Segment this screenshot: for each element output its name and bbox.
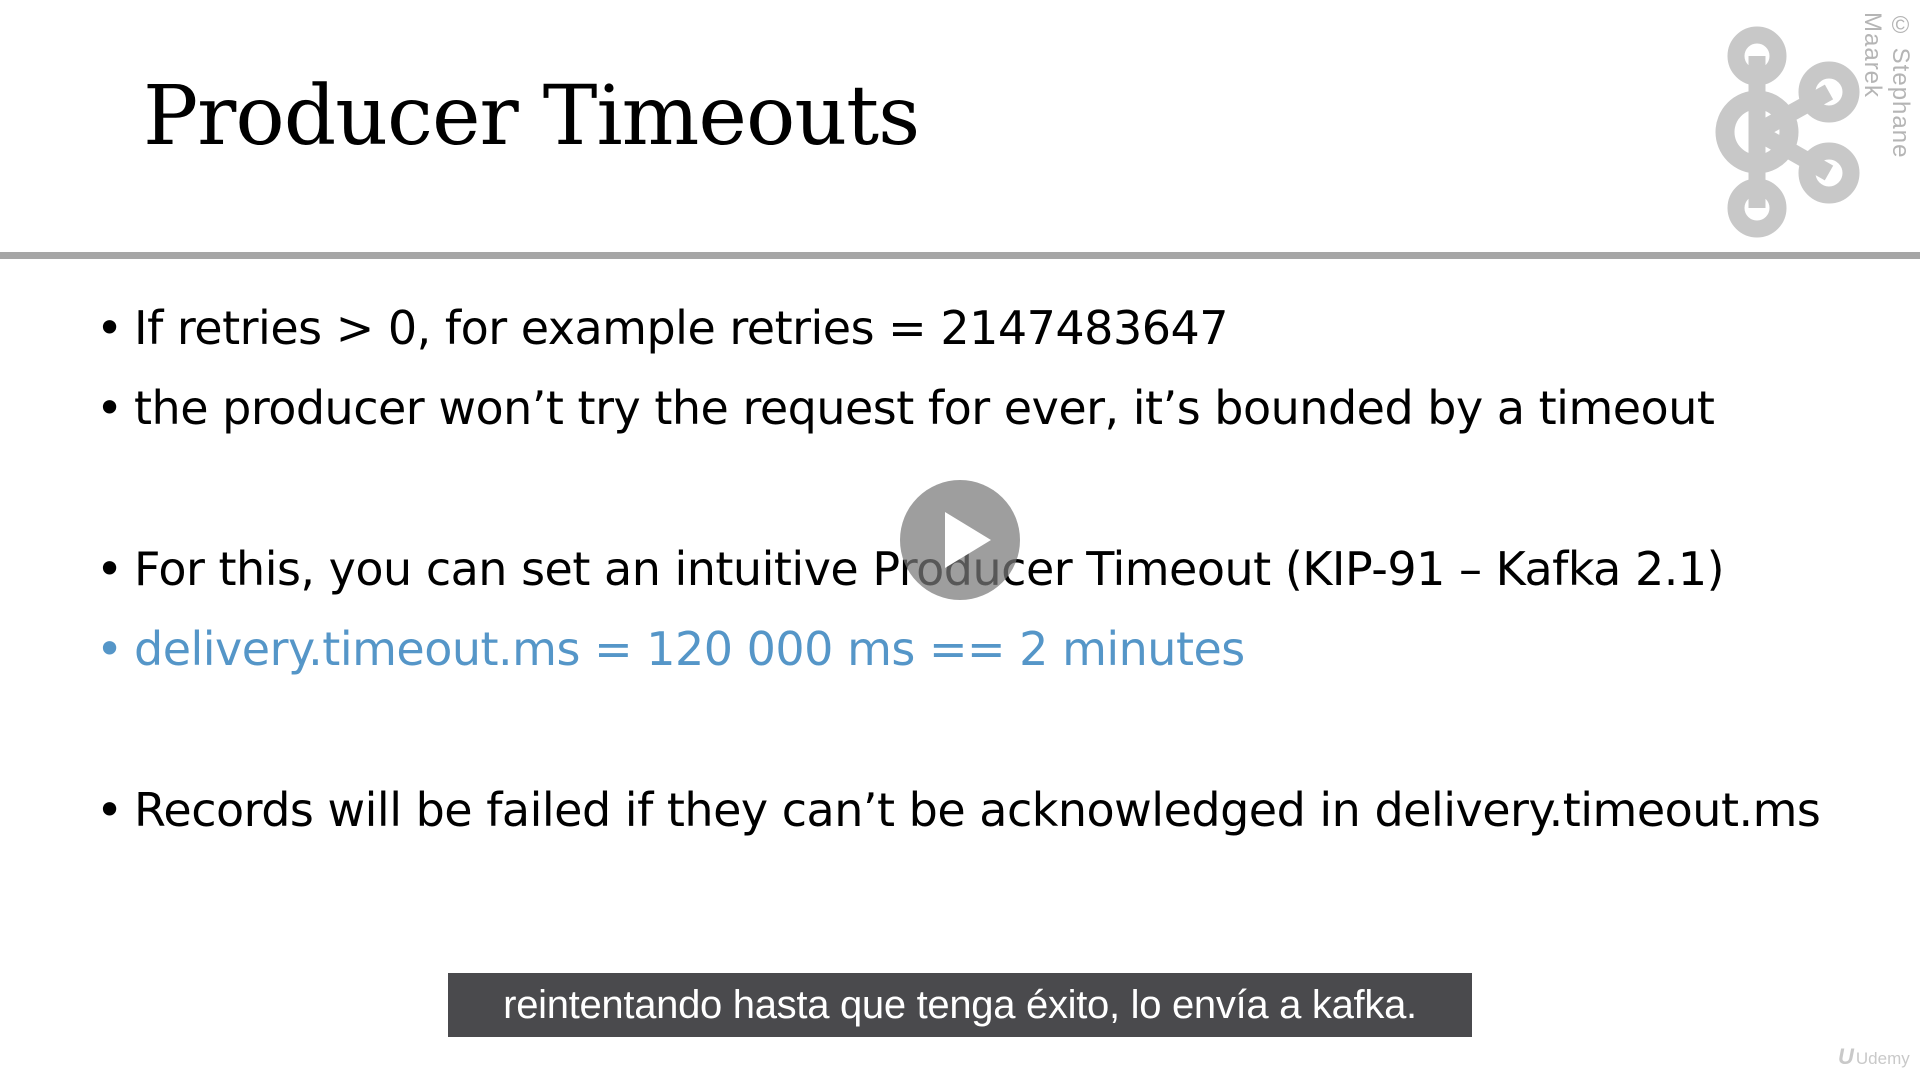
bullet-item: Records will be failed if they can’t be …: [96, 778, 1876, 858]
udemy-logo-mark: U: [1838, 1044, 1854, 1069]
play-icon: [945, 512, 991, 568]
bullet-item: the producer won’t try the request for e…: [96, 376, 1876, 456]
bullet-item: If retries > 0, for example retries = 21…: [96, 296, 1876, 376]
copyright-notice: © Stephane Maarek: [1859, 12, 1914, 159]
bullet-item-highlighted: delivery.timeout.ms = 120 000 ms == 2 mi…: [96, 617, 1876, 697]
udemy-watermark: U Udemy: [1838, 1044, 1910, 1070]
kafka-logo: [1715, 26, 1860, 238]
video-player[interactable]: Producer Timeouts © Stephane Maarek If r…: [0, 0, 1920, 1080]
slide-title: Producer Timeouts: [143, 69, 920, 164]
title-divider: [0, 252, 1920, 259]
play-button[interactable]: [900, 480, 1020, 600]
subtitle-caption: reintentando hasta que tenga éxito, lo e…: [448, 973, 1472, 1037]
udemy-logo-text: Udemy: [1855, 1049, 1910, 1068]
